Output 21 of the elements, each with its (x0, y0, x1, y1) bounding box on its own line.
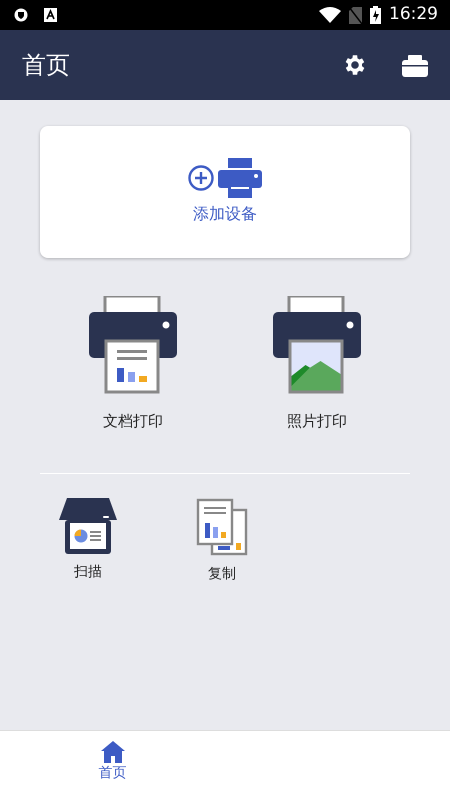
copy-documents-icon (196, 498, 248, 556)
add-icon (188, 165, 214, 191)
copy-button[interactable]: 复制 (174, 498, 270, 584)
clock-time: 16:29 (389, 3, 438, 26)
shield-icon (14, 8, 28, 22)
battery-charging-icon (370, 6, 381, 24)
photo-print-button[interactable]: 照片打印 (225, 296, 409, 432)
add-device-label: 添加设备 (193, 203, 257, 225)
printer-icon (218, 158, 262, 198)
add-device-card[interactable]: 添加设备 (40, 126, 410, 258)
no-sim-icon (349, 6, 362, 24)
wifi-icon (319, 7, 341, 23)
photo-printer-icon (273, 296, 361, 394)
home-icon (100, 741, 124, 763)
printer-button[interactable] (402, 53, 428, 77)
page-title: 首页 (22, 50, 70, 81)
scanner-icon (59, 498, 117, 554)
document-printer-icon (89, 296, 177, 394)
app-icon (44, 8, 57, 22)
document-print-button[interactable]: 文档打印 (41, 296, 225, 432)
scan-button[interactable]: 扫描 (40, 498, 136, 584)
